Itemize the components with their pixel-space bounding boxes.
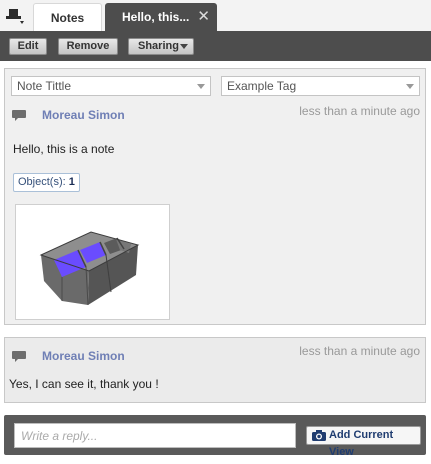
comment-icon — [11, 350, 27, 364]
chevron-down-icon — [197, 84, 205, 89]
tab-bar: Notes Hello, this... ✕ — [0, 0, 431, 31]
reply-input[interactable] — [14, 423, 296, 448]
objects-count: 1 — [68, 176, 75, 188]
view-thumbnail[interactable] — [15, 204, 170, 320]
note-author[interactable]: Moreau Simon — [42, 108, 125, 122]
reply-text: Yes, I can see it, thank you ! — [9, 377, 159, 391]
reply-timestamp: less than a minute ago — [299, 344, 420, 358]
tab-note-hello[interactable]: Hello, this... ✕ — [105, 3, 217, 31]
hat-menu-icon[interactable] — [2, 4, 28, 28]
reply-card: Moreau Simon less than a minute ago Yes,… — [4, 337, 426, 403]
tab-notes-label: Notes — [50, 11, 85, 25]
tab-notes[interactable]: Notes — [33, 3, 102, 31]
reply-composer: Add Current View — [4, 415, 426, 458]
3d-model-thumbnail — [39, 231, 140, 306]
note-card: Note Tittle Example Tag Moreau Simon les… — [4, 68, 426, 325]
tag-select[interactable]: Example Tag — [221, 76, 420, 96]
objects-badge[interactable]: Object(s): 1 — [13, 173, 80, 192]
sharing-dropdown[interactable]: Sharing — [128, 38, 194, 55]
camera-icon — [311, 429, 327, 448]
sharing-label: Sharing — [138, 40, 179, 52]
close-icon[interactable]: ✕ — [197, 3, 210, 31]
remove-button[interactable]: Remove — [58, 38, 118, 55]
reply-author[interactable]: Moreau Simon — [42, 349, 125, 363]
comment-icon — [11, 109, 27, 123]
chevron-down-icon — [180, 44, 188, 49]
chevron-down-icon — [406, 84, 414, 89]
note-toolbar: Edit Remove Sharing — [0, 31, 431, 61]
add-current-view-label: Add Current View — [329, 429, 394, 458]
edit-button[interactable]: Edit — [9, 38, 47, 55]
note-title-select[interactable]: Note Tittle — [11, 76, 211, 96]
add-current-view-button[interactable]: Add Current View — [306, 426, 421, 458]
note-title-value: Note Tittle — [17, 79, 72, 93]
tag-value: Example Tag — [227, 79, 297, 93]
objects-label: Object(s): — [18, 176, 66, 188]
note-timestamp: less than a minute ago — [299, 104, 420, 118]
tab-active-label: Hello, this... — [122, 10, 190, 24]
note-text: Hello, this is a note — [13, 142, 115, 156]
